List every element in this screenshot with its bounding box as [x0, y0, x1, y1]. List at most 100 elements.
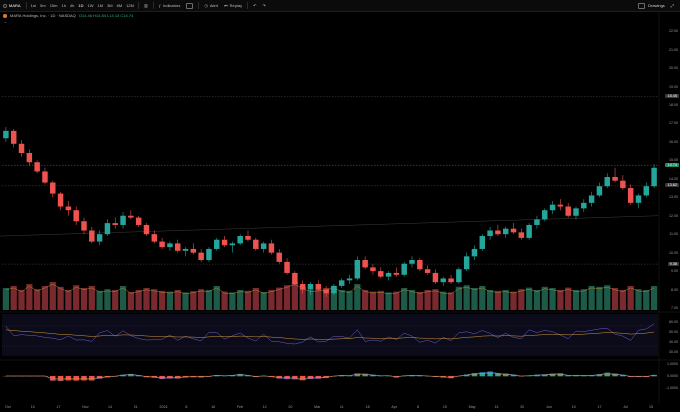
candle-body	[284, 261, 290, 273]
volume-bar	[643, 290, 650, 310]
layout-button[interactable]	[183, 0, 196, 11]
volume-bar	[244, 290, 252, 310]
volume-bar	[252, 288, 259, 310]
volume-bar	[291, 282, 298, 310]
volume-bar	[377, 290, 384, 310]
time-axis-tick: Mar	[314, 405, 321, 409]
price-axis-tick: 18.00	[669, 103, 678, 108]
candle-body	[237, 236, 243, 244]
candle-body	[385, 272, 392, 277]
volume-bar	[432, 289, 439, 310]
macd-axis-tick: -1.0000	[665, 386, 678, 390]
volume-bar	[276, 287, 283, 310]
candle-body	[487, 230, 493, 237]
candle-body	[510, 228, 517, 233]
candle-body	[89, 230, 95, 242]
replay-button[interactable]: ⏮ Replay	[221, 0, 245, 11]
volume-bar	[73, 285, 80, 310]
timeframe-1M[interactable]: 1M	[96, 0, 106, 11]
volume-bar	[557, 290, 564, 310]
candle-body	[260, 243, 267, 249]
volume-bar	[26, 284, 33, 310]
price-axis-tick: 20.00	[669, 66, 678, 71]
candle-body	[135, 217, 142, 225]
volume-bar	[502, 290, 509, 310]
redo-button[interactable]: ↷	[259, 0, 268, 11]
volume-bar	[619, 290, 626, 310]
candle-body	[96, 234, 103, 242]
price-axis-tick: 11.00	[669, 232, 678, 237]
candle-body	[221, 239, 228, 246]
candle-body	[315, 284, 322, 290]
volume-ma-line	[5, 283, 655, 295]
timeframe-6M[interactable]: 6M	[115, 0, 125, 11]
volume-bar	[205, 290, 213, 310]
drawings-button[interactable]: Drawings	[648, 3, 665, 8]
volume-bar	[283, 285, 291, 310]
indicators-button[interactable]: ƒ Indicators	[156, 0, 184, 11]
timeframe-15m[interactable]: 15m	[48, 0, 60, 11]
time-axis-tick: 21	[133, 405, 138, 409]
time-axis-tick: Jun	[545, 405, 552, 409]
alert-button[interactable]: ◷ Alert	[201, 0, 221, 11]
time-axis-tick: 11	[339, 405, 344, 409]
candle-body	[120, 215, 126, 225]
volume-bar	[2, 288, 10, 310]
candle-body	[526, 224, 532, 238]
volume-bar	[80, 288, 88, 310]
volume-bar	[650, 286, 658, 310]
candle-body	[409, 260, 415, 264]
price-axis-tick: 15.00	[669, 158, 678, 163]
undo-button[interactable]: ↶	[250, 0, 259, 11]
price-tag: 18.45	[665, 94, 679, 99]
volume-bar	[57, 286, 64, 310]
timeframe-1h[interactable]: 1h	[59, 0, 67, 11]
timeframe-1D[interactable]: 1D	[76, 0, 85, 11]
volume-bar	[221, 291, 228, 310]
volume-bar	[549, 288, 556, 310]
volume-bar	[596, 286, 603, 310]
volume-bar	[127, 292, 134, 310]
redo-icon: ↷	[262, 3, 266, 8]
candle-body	[643, 186, 650, 196]
timeframe-1W[interactable]: 1W	[86, 0, 96, 11]
oscillator-axis-tick: 60.00	[669, 320, 678, 324]
candle-body	[542, 210, 548, 220]
timeframe-12M[interactable]: 12M	[124, 0, 136, 11]
fullscreen-icon[interactable]: ⤢	[671, 3, 674, 8]
candle-body	[151, 234, 158, 242]
volume-bar	[190, 291, 197, 310]
candle-body	[456, 269, 462, 283]
candle-body	[276, 252, 282, 262]
candle-body	[190, 248, 197, 253]
timeframe-4h[interactable]: 4h	[68, 0, 76, 11]
price-axis-tick: 9.00	[671, 269, 678, 274]
candle-body	[448, 278, 454, 283]
candle-body	[323, 289, 329, 294]
volume-bar	[158, 290, 166, 310]
chart-type-button[interactable]: ▥	[141, 0, 151, 11]
volume-bar	[604, 285, 611, 310]
candle-body	[604, 176, 610, 187]
volume-bar	[237, 290, 244, 310]
timeframe-1m[interactable]: 1m	[29, 0, 39, 11]
alarm-icon: ◷	[204, 3, 208, 8]
volume-bar	[486, 290, 494, 310]
timeframe-5m[interactable]: 5m	[38, 0, 48, 11]
candle-body	[627, 188, 634, 203]
symbol-search[interactable]: MARA	[0, 0, 24, 11]
candle-body	[292, 272, 298, 285]
oscillator-axis-tick: 40.00	[669, 340, 678, 344]
timeframe-3M[interactable]: 3M	[105, 0, 115, 11]
volume-bar	[65, 290, 72, 310]
volume-bar	[479, 286, 486, 310]
candle-body	[651, 167, 657, 187]
candle-body	[50, 182, 56, 194]
time-axis-tick: 17	[56, 405, 61, 409]
chart-canvas[interactable]	[0, 12, 680, 412]
volume-bar	[135, 290, 142, 310]
time-axis-tick: 18	[365, 405, 370, 409]
top-toolbar: MARA 1m 5m 15m 1h 4h 1D 1W 1M 3M 6M 12M ▥ ƒ Indica…	[0, 0, 680, 12]
volume-bar	[471, 288, 478, 310]
candle-body	[424, 269, 431, 273]
